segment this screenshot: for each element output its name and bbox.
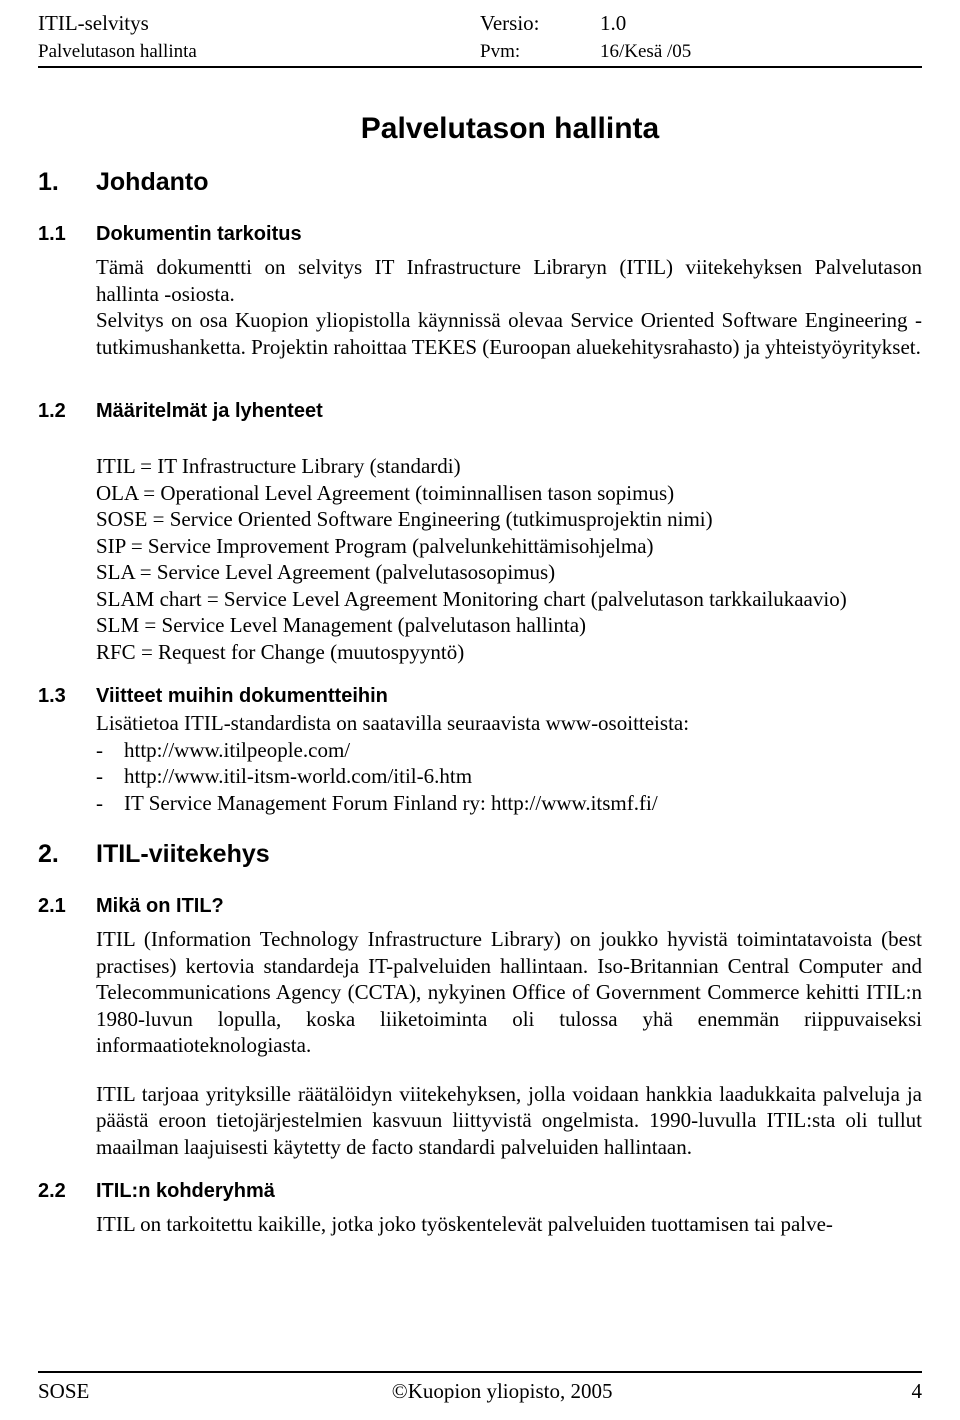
paragraph-1-1-1: Tämä dokumentti on selvitys IT Infrastru… xyxy=(96,255,922,306)
heading-1-johdanto: 1. Johdanto xyxy=(38,168,922,197)
date-group: Pvm: 16/Kesä /05 xyxy=(480,38,922,66)
heading-2-text: ITIL-viitekehys xyxy=(96,840,270,868)
heading-2-itil-viitekehys: 2. ITIL-viitekehys xyxy=(38,840,922,869)
reference-item: - http://www.itilpeople.com/ xyxy=(96,737,922,764)
date-value: 16/Kesä /05 xyxy=(600,41,692,62)
heading-1-2-text: Määritelmät ja lyhenteet xyxy=(96,400,323,422)
reference-item: - IT Service Management Forum Finland ry… xyxy=(96,790,922,817)
heading-2-2-kohderyhma: 2.2 ITIL:n kohderyhmä xyxy=(38,1180,922,1203)
header-row-version: ITIL-selvitys Versio: 1.0 xyxy=(38,8,922,38)
heading-2-1-text: Mikä on ITIL? xyxy=(96,895,224,917)
heading-1-1-dokumentin-tarkoitus: 1.1 Dokumentin tarkoitus xyxy=(38,223,922,246)
paragraph-1-1-2: Selvitys on osa Kuopion yliopistolla käy… xyxy=(96,308,922,359)
heading-1-3-text: Viitteet muihin dokumentteihin xyxy=(96,685,388,707)
version-group: Versio: 1.0 xyxy=(480,8,922,38)
version-value: 1.0 xyxy=(600,11,627,35)
reference-item: - http://www.itil-itsm-world.com/itil-6.… xyxy=(96,763,922,790)
definition-item: ITIL = IT Infrastructure Library (standa… xyxy=(96,454,461,478)
definition-item: RFC = Request for Change (muutospyyntö) xyxy=(96,639,465,664)
page-header: ITIL-selvitys Versio: 1.0 Palvelutason h… xyxy=(38,8,922,68)
header-subtitle: Palvelutason hallinta xyxy=(38,41,197,62)
heading-2-2-number: 2.2 xyxy=(38,1180,66,1202)
version-label: Versio: xyxy=(480,11,540,35)
footer-copyright: ©Kuopion yliopisto, 2005 xyxy=(391,1379,613,1403)
paragraph-2-1-2: ITIL tarjoaa yrityksille räätälöidyn vii… xyxy=(96,1081,922,1159)
paragraph-2-1-1: ITIL (Information Technology Infrastruct… xyxy=(96,927,922,1057)
bullet-dash: - xyxy=(96,790,103,815)
heading-1-1-number: 1.1 xyxy=(38,223,66,245)
reference-link[interactable]: IT Service Management Forum Finland ry: … xyxy=(124,790,658,817)
heading-2-number: 2. xyxy=(38,840,59,868)
heading-1-3-number: 1.3 xyxy=(38,685,66,707)
page-footer: SOSE ©Kuopion yliopisto, 2005 4 xyxy=(38,1371,922,1404)
date-label: Pvm: xyxy=(480,41,521,62)
heading-1-3-viitteet: 1.3 Viitteet muihin dokumentteihin xyxy=(38,685,922,708)
heading-1-number: 1. xyxy=(38,168,59,196)
references-intro: Lisätietoa ITIL-standardista on saatavil… xyxy=(96,711,690,735)
heading-1-text: Johdanto xyxy=(96,168,209,196)
section-1-1-body: Tämä dokumentti on selvitys IT Infrastru… xyxy=(96,254,922,360)
bullet-dash: - xyxy=(96,737,103,762)
definition-item: SIP = Service Improvement Program (palve… xyxy=(96,533,654,558)
page-title: Palvelutason hallinta xyxy=(360,112,660,145)
header-row-date: Palvelutason hallinta Pvm: 16/Kesä /05 xyxy=(38,38,922,66)
section-2-2-body: ITIL on tarkoitettu kaikille, jotka joko… xyxy=(96,1211,922,1238)
heading-1-2-number: 1.2 xyxy=(38,400,66,422)
document-page: ITIL-selvitys Versio: 1.0 Palvelutason h… xyxy=(0,8,960,1420)
definition-item: SOSE = Service Oriented Software Enginee… xyxy=(96,507,713,531)
definition-item: OLA = Operational Level Agreement (toimi… xyxy=(96,480,675,505)
footer-left: SOSE xyxy=(38,1379,90,1403)
section-2-1-body: ITIL (Information Technology Infrastruct… xyxy=(96,926,922,1160)
definition-item: SLM = Service Level Management (palvelut… xyxy=(96,613,587,637)
paragraph-2-2-1: ITIL on tarkoitettu kaikille, jotka joko… xyxy=(96,1212,833,1236)
heading-1-1-text: Dokumentin tarkoitus xyxy=(96,223,302,245)
document-name: ITIL-selvitys xyxy=(38,11,149,35)
definitions-list: ITIL = IT Infrastructure Library (standa… xyxy=(96,453,922,665)
heading-2-1-number: 2.1 xyxy=(38,895,66,917)
references-block: Lisätietoa ITIL-standardista on saatavil… xyxy=(96,710,922,816)
heading-2-2-text: ITIL:n kohderyhmä xyxy=(96,1180,275,1202)
reference-link[interactable]: http://www.itilpeople.com/ xyxy=(124,737,350,764)
heading-2-1-mika-on-itil: 2.1 Mikä on ITIL? xyxy=(38,895,922,918)
bullet-dash: - xyxy=(96,764,103,788)
reference-link[interactable]: http://www.itil-itsm-world.com/itil-6.ht… xyxy=(124,763,472,790)
definition-item: SLAM chart = Service Level Agreement Mon… xyxy=(96,586,847,611)
heading-1-2-maaritelmat: 1.2 Määritelmät ja lyhenteet xyxy=(38,400,922,423)
footer-page-number: 4 xyxy=(911,1379,922,1403)
definition-item: SLA = Service Level Agreement (palveluta… xyxy=(96,560,556,584)
